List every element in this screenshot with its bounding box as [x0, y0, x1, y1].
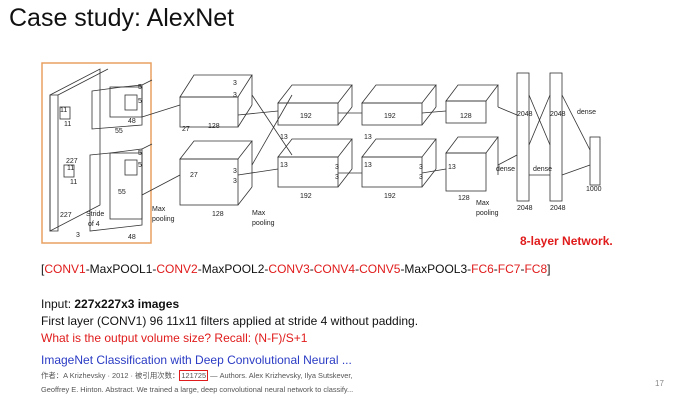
search-result-snippet: Geoffrey E. Hinton. Abstract. We trained… — [41, 385, 354, 394]
svg-text:128: 128 — [208, 123, 220, 130]
layer-token: ] — [547, 262, 551, 276]
svg-text:3: 3 — [335, 174, 339, 181]
paper-link[interactable]: ImageNet Classification with Deep Convol… — [41, 353, 352, 367]
svg-text:13: 13 — [448, 164, 456, 171]
svg-text:3: 3 — [233, 168, 237, 175]
svg-text:3: 3 — [233, 178, 237, 185]
input-size: 227x227x3 images — [74, 297, 180, 311]
svg-text:3: 3 — [233, 92, 237, 99]
svg-text:5: 5 — [138, 150, 142, 157]
svg-text:128: 128 — [458, 195, 470, 202]
svg-text:13: 13 — [280, 162, 288, 169]
svg-text:pooling: pooling — [476, 210, 499, 217]
layer-token: FC7 — [497, 262, 521, 276]
first-layer-description: First layer (CONV1) 96 11x11 filters app… — [41, 314, 419, 328]
stride-label: Stride — [86, 211, 104, 218]
dense-label: dense — [577, 109, 596, 116]
svg-text:55: 55 — [115, 128, 123, 135]
question-text: What is the output volume size? Recall: … — [41, 331, 308, 345]
svg-text:11: 11 — [70, 179, 77, 186]
svg-text:pooling: pooling — [152, 216, 175, 223]
maxpool1-label: Max — [152, 206, 166, 213]
svg-text:11: 11 — [64, 121, 71, 128]
layer-token: FC8 — [524, 262, 548, 276]
citation-count[interactable]: 121725 — [179, 370, 209, 381]
svg-text:13: 13 — [280, 134, 288, 141]
layer-token: -MaxPOOL2- — [197, 262, 269, 276]
input-height-label: 227 — [60, 212, 72, 219]
svg-text:11: 11 — [60, 107, 67, 114]
svg-text:27: 27 — [190, 172, 198, 179]
svg-text:3: 3 — [335, 164, 339, 171]
svg-text:192: 192 — [300, 113, 312, 120]
svg-text:5: 5 — [138, 84, 142, 91]
svg-text:11: 11 — [67, 165, 74, 172]
svg-text:192: 192 — [300, 193, 312, 200]
layer-token: CONV4 — [313, 262, 356, 276]
network-depth-label: 8-layer Network. — [520, 234, 613, 248]
svg-text:48: 48 — [128, 234, 136, 241]
layer-token: -MaxPOOL1- — [85, 262, 157, 276]
layer-token: CONV2 — [156, 262, 198, 276]
layer-token: CONV1 — [44, 262, 86, 276]
maxpool3-label: Max — [476, 200, 490, 207]
svg-text:of 4: of 4 — [88, 221, 100, 228]
svg-text:13: 13 — [364, 162, 372, 169]
layer-token: FC6 — [471, 262, 494, 276]
svg-text:55: 55 — [118, 189, 126, 196]
output-size-label: 1000 — [586, 186, 602, 193]
input-description: Input: 227x227x3 images — [41, 297, 180, 311]
alexnet-architecture-diagram: 227 227 3 11 11 11 11 Stride of 4 55 55 … — [41, 62, 602, 244]
input-volume-face — [49, 68, 101, 232]
svg-text:128: 128 — [212, 211, 224, 218]
svg-text:2048: 2048 — [517, 205, 533, 212]
svg-text:pooling: pooling — [252, 220, 275, 227]
svg-text:5: 5 — [138, 98, 142, 105]
svg-text:2048: 2048 — [517, 111, 533, 118]
svg-text:192: 192 — [384, 193, 396, 200]
layer-token: CONV3 — [268, 262, 310, 276]
svg-text:128: 128 — [460, 113, 472, 120]
layer-sequence: [CONV1-MaxPOOL1-CONV2-MaxPOOL2-CONV3-CON… — [41, 262, 550, 276]
slide-title: Case study: AlexNet — [9, 4, 235, 32]
layer-token: -MaxPOOL3- — [400, 262, 472, 276]
svg-text:5: 5 — [138, 162, 142, 169]
svg-text:192: 192 — [384, 113, 396, 120]
layer-token: CONV5 — [359, 262, 401, 276]
input-depth-label: 3 — [76, 232, 80, 239]
svg-text:2048: 2048 — [550, 111, 566, 118]
page-number: 17 — [655, 379, 664, 388]
svg-text:2048: 2048 — [550, 205, 566, 212]
svg-text:dense: dense — [496, 166, 515, 173]
svg-text:dense: dense — [533, 166, 552, 173]
search-result-meta: 作者：A Krizhevsky · 2012 · 被引用次数： 121725 — … — [41, 370, 353, 381]
input-width-label: 227 — [66, 158, 78, 165]
svg-text:3: 3 — [419, 164, 423, 171]
maxpool2-label: Max — [252, 210, 266, 217]
svg-text:13: 13 — [364, 134, 372, 141]
svg-text:3: 3 — [419, 174, 423, 181]
svg-text:27: 27 — [182, 126, 190, 133]
svg-text:3: 3 — [233, 80, 237, 87]
svg-text:48: 48 — [128, 118, 136, 125]
